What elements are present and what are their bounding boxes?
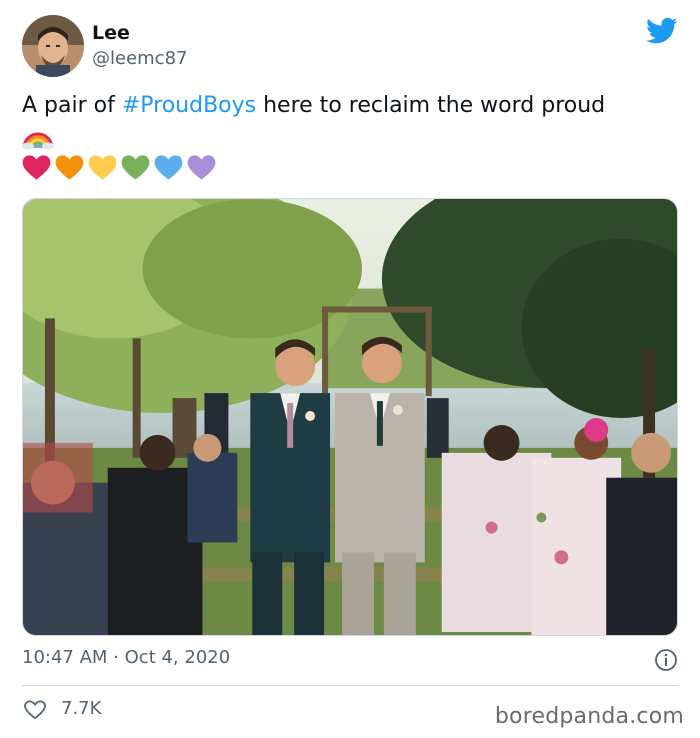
heart-emoji-icon	[88, 155, 117, 180]
info-icon[interactable]	[654, 648, 678, 672]
author-handle[interactable]: @leemc87	[92, 48, 187, 69]
hashtag-link[interactable]: #ProudBoys	[122, 93, 256, 118]
tweet-timestamp[interactable]: 10:47 AM · Oct 4, 2020	[22, 647, 230, 668]
divider	[22, 685, 678, 686]
tweet-text-before: A pair of	[22, 93, 122, 118]
heart-emoji-icon	[187, 155, 216, 180]
author-name[interactable]: Lee	[92, 22, 130, 44]
tweet-card: Lee @leemc87 A pair of #ProudBoys here t…	[0, 0, 700, 738]
twitter-bird-icon[interactable]	[646, 17, 678, 45]
timestamp-separator: ·	[107, 647, 125, 668]
tweet-text-after: here to reclaim the word proud	[256, 93, 606, 118]
heart-emoji-icon	[121, 155, 150, 180]
tweet-date: Oct 4, 2020	[124, 647, 231, 668]
hearts-row	[22, 154, 216, 182]
heart-outline-icon[interactable]	[24, 700, 46, 720]
tweet-time: 10:47 AM	[22, 647, 108, 668]
tweet-text: A pair of #ProudBoys here to reclaim the…	[22, 90, 682, 122]
rainbow-icon	[22, 132, 54, 150]
tweet-photo[interactable]	[22, 198, 678, 636]
heart-emoji-icon	[154, 155, 183, 180]
avatar[interactable]	[22, 15, 84, 77]
like-count: 7.7K	[61, 698, 102, 719]
heart-emoji-icon	[22, 155, 51, 180]
watermark: boredpanda.com	[494, 704, 684, 729]
heart-emoji-icon	[55, 155, 84, 180]
